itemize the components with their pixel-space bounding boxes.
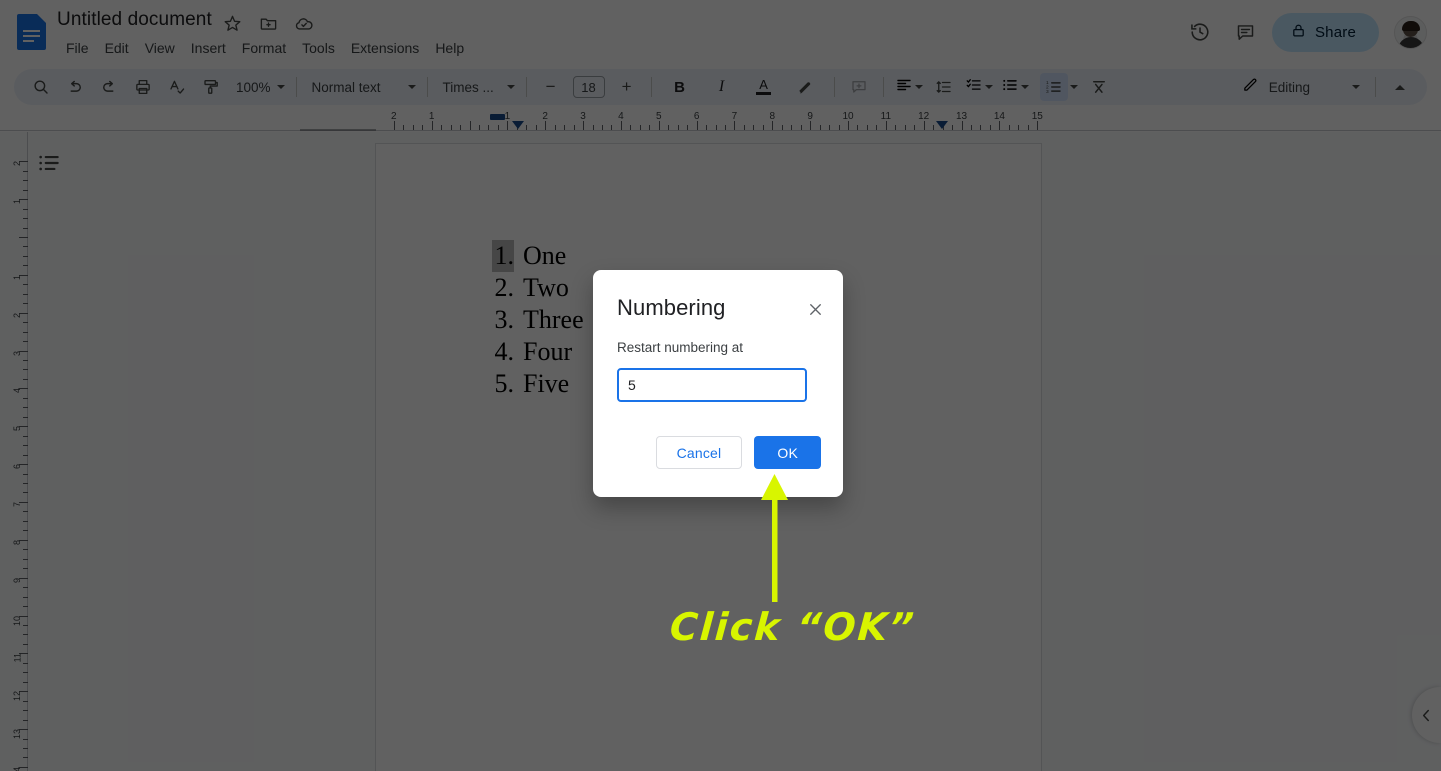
dialog-title: Numbering [617,295,726,320]
dialog-actions: Cancel OK [655,436,821,469]
numbering-dialog: Numbering Restart numbering at Cancel OK [593,270,843,497]
app-root: Untitled document File Edit View Insert … [0,0,1441,771]
restart-numbering-input[interactable] [617,368,807,402]
restart-numbering-label: Restart numbering at [617,340,744,355]
cancel-button[interactable]: Cancel [655,436,743,469]
close-icon[interactable] [806,300,826,320]
ok-button[interactable]: OK [754,436,821,469]
